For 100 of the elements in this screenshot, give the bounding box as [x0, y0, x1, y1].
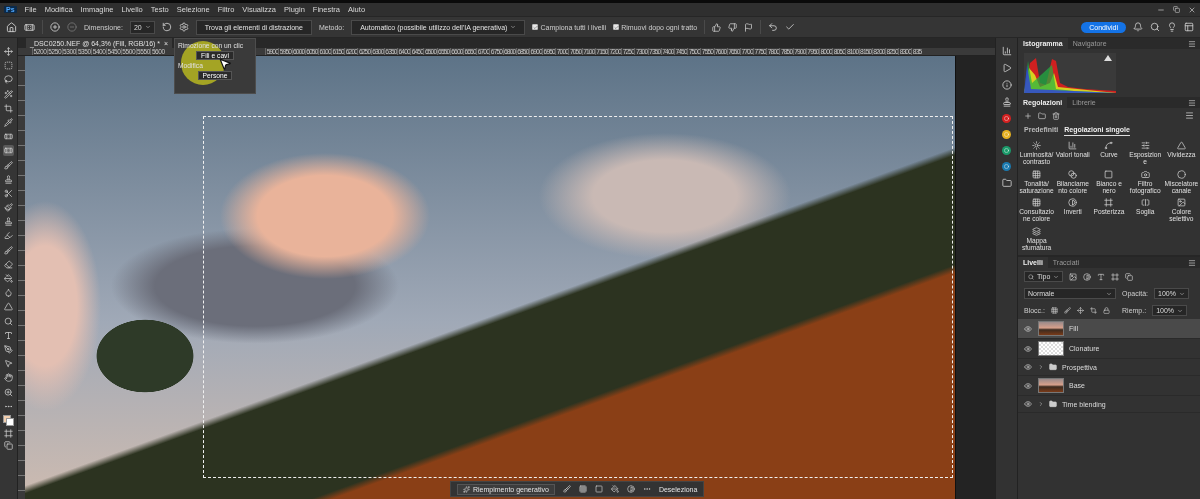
layer-thumbnail — [1038, 321, 1064, 336]
thumbs-up-icon[interactable] — [712, 22, 722, 32]
home-icon[interactable] — [6, 21, 17, 33]
more-icon[interactable] — [642, 485, 651, 493]
undo-icon[interactable] — [768, 22, 779, 32]
stamp-icon[interactable] — [4, 217, 13, 227]
sliders-icon[interactable] — [1140, 141, 1150, 150]
scissors-icon[interactable] — [4, 188, 13, 198]
add-icon[interactable] — [50, 22, 60, 32]
checkbox[interactable] — [613, 24, 620, 30]
caret-icon — [1106, 290, 1112, 297]
layer-thumbnail — [1038, 378, 1064, 393]
eye-icon[interactable] — [1024, 400, 1032, 408]
crop-icon[interactable] — [4, 103, 13, 113]
trash-icon[interactable] — [1052, 111, 1060, 120]
eyedropper-icon[interactable] — [4, 117, 13, 127]
sun-icon[interactable] — [1032, 141, 1042, 150]
info-icon[interactable] — [1001, 80, 1012, 90]
camera-icon[interactable] — [1140, 169, 1150, 179]
type-icon[interactable] — [1097, 272, 1106, 281]
bucket-icon[interactable] — [610, 485, 619, 493]
stamp-icon[interactable] — [4, 174, 13, 184]
restore-icon[interactable] — [1173, 6, 1180, 13]
chevron-icon[interactable] — [1038, 364, 1044, 370]
caret-icon — [510, 24, 517, 30]
brush-icon[interactable] — [4, 160, 13, 170]
droplet-icon[interactable] — [4, 288, 13, 298]
workspace-icon[interactable] — [1184, 22, 1194, 32]
type-icon[interactable] — [4, 330, 13, 340]
copy-icon[interactable] — [1125, 272, 1134, 281]
split-square-icon[interactable] — [1140, 198, 1150, 207]
brush-icon[interactable] — [4, 245, 13, 255]
square-icon[interactable] — [1104, 169, 1114, 179]
histogram-icon[interactable] — [1001, 46, 1012, 56]
zoom-icon[interactable] — [4, 387, 13, 397]
list-icon[interactable] — [1185, 111, 1194, 120]
check-icon[interactable] — [785, 22, 796, 32]
eye-icon[interactable] — [1024, 381, 1032, 390]
chevron-icon[interactable] — [1038, 401, 1044, 407]
brush-icon[interactable] — [1064, 307, 1071, 314]
bandage-icon[interactable] — [24, 21, 35, 33]
lasso-icon[interactable] — [4, 75, 13, 85]
bandage-icon[interactable] — [4, 132, 13, 142]
marquee-icon[interactable] — [4, 61, 13, 71]
add-icon[interactable] — [1024, 111, 1032, 120]
eraser-icon[interactable] — [4, 259, 13, 269]
circle-icon[interactable] — [1176, 169, 1186, 179]
eye-icon[interactable] — [1024, 363, 1032, 371]
folder-icon[interactable] — [1038, 111, 1046, 120]
thumbs-down-icon[interactable] — [728, 22, 738, 32]
marker-icon[interactable] — [4, 231, 13, 241]
lock-icon[interactable] — [1103, 307, 1110, 314]
image-icon[interactable] — [1176, 198, 1186, 207]
play-icon[interactable] — [1001, 63, 1012, 73]
settings-icon[interactable] — [178, 22, 189, 32]
contrast-icon[interactable] — [626, 485, 635, 493]
bell-icon[interactable] — [1133, 22, 1143, 32]
lightbulb-icon[interactable] — [1167, 22, 1177, 32]
move-icon[interactable] — [4, 47, 13, 56]
contrast-icon[interactable] — [1083, 272, 1092, 281]
ring-icon — [1004, 164, 1009, 169]
image-icon[interactable] — [1069, 272, 1078, 281]
caret-icon — [1053, 273, 1060, 280]
close-icon[interactable] — [1188, 5, 1196, 14]
caret-icon — [144, 24, 151, 30]
pen-icon[interactable] — [4, 344, 13, 354]
wand-icon[interactable] — [4, 89, 13, 99]
stamp-icon[interactable] — [1001, 97, 1012, 107]
checkbox[interactable] — [532, 24, 539, 30]
folder-icon[interactable] — [1001, 178, 1012, 188]
triangle-icon[interactable] — [4, 302, 13, 312]
menu-icon[interactable] — [1188, 98, 1196, 107]
ring-icon — [1004, 116, 1009, 121]
brush-icon[interactable] — [4, 203, 13, 213]
curve-icon[interactable] — [1104, 141, 1114, 150]
search-icon[interactable] — [1150, 22, 1160, 32]
layer-thumbnail — [1038, 341, 1064, 356]
check-icon — [613, 24, 619, 30]
ring-icon — [1004, 148, 1009, 153]
bars-icon[interactable] — [1068, 141, 1078, 150]
triangle-icon[interactable] — [1176, 141, 1186, 150]
eye-icon[interactable] — [1024, 344, 1032, 353]
brush-icon[interactable] — [562, 485, 571, 493]
bandage-icon[interactable] — [4, 146, 13, 156]
bucket-icon[interactable] — [4, 274, 13, 283]
search-icon[interactable] — [4, 316, 13, 326]
flag-icon[interactable] — [744, 22, 754, 32]
menu-icon[interactable] — [1188, 258, 1196, 267]
search-icon — [1028, 273, 1034, 280]
crop-icon[interactable] — [1090, 307, 1097, 314]
contrast-icon[interactable] — [1068, 198, 1078, 207]
eye-icon[interactable] — [1024, 324, 1032, 333]
menu-icon[interactable] — [1188, 39, 1196, 48]
pointer-icon[interactable] — [4, 359, 13, 369]
color-swatches[interactable] — [3, 414, 14, 426]
pointer-icon — [218, 57, 232, 71]
hand-icon[interactable] — [4, 373, 13, 383]
check-icon — [532, 24, 538, 30]
folder-icon — [1049, 400, 1057, 408]
move-icon[interactable] — [1077, 307, 1084, 314]
